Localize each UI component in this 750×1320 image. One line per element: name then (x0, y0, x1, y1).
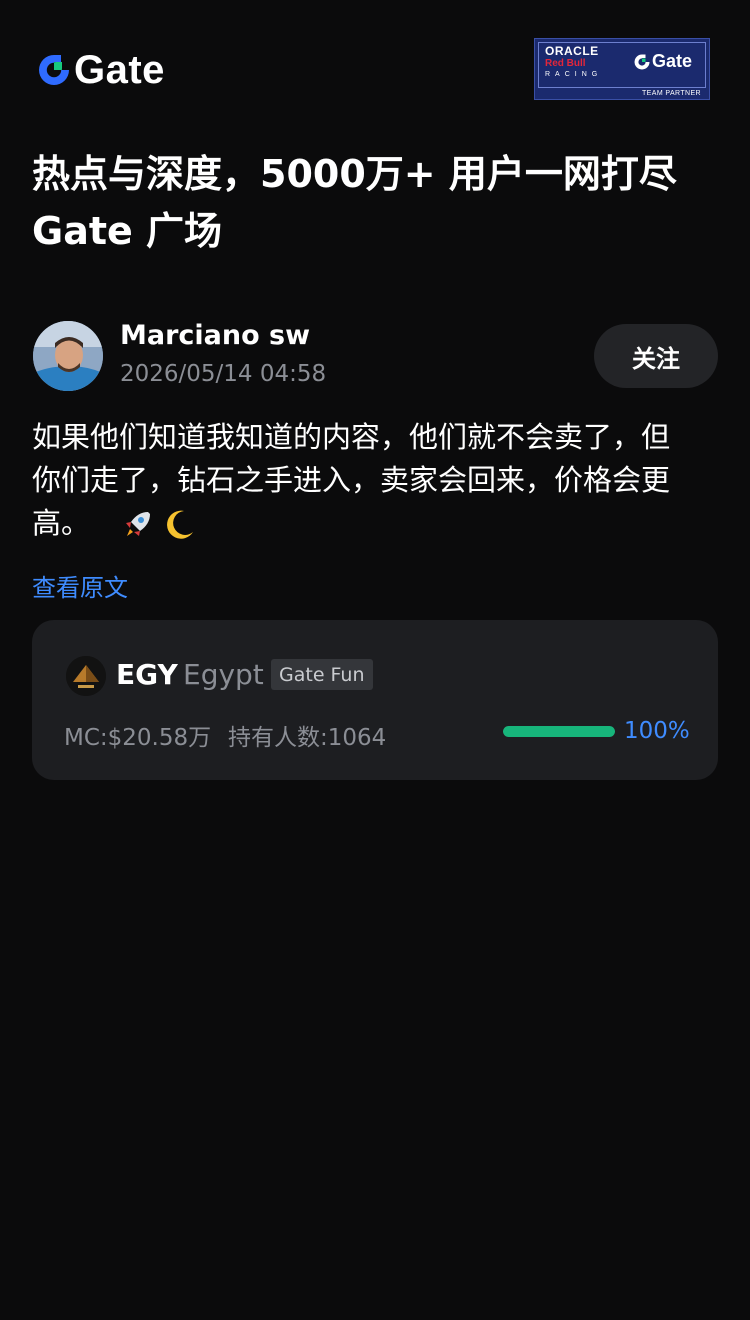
token-symbol: EGY (116, 658, 178, 691)
progress-bar (503, 726, 615, 737)
partner-gate-logo: Gate (633, 51, 692, 72)
token-name: Egypt (183, 658, 264, 691)
page-title-line-1: 热点与深度，5000万+ 用户一网打尽 (32, 152, 677, 196)
gate-logo-icon (39, 55, 69, 85)
author-name[interactable]: Marciano sw (120, 320, 310, 351)
rocket-icon (126, 512, 151, 536)
post-body-line: 你们走了，钻石之手进入，卖家会回来，价格会更 (32, 463, 671, 497)
gate-logo[interactable]: Gate (36, 50, 165, 90)
team-partner-banner[interactable]: ORACLE Red Bull RACING Gate TEAM PARTNER (534, 38, 710, 100)
post-body-line: 如果他们知道我知道的内容，他们就不会卖了，但 (32, 420, 671, 454)
pyramid-icon (66, 656, 106, 696)
progress-percent: 100% (624, 718, 690, 744)
avatar[interactable] (33, 321, 103, 391)
partner-oracle-text: ORACLE (545, 44, 599, 58)
page-title: 热点与深度，5000万+ 用户一网打尽 Gate 广场 (32, 146, 722, 260)
logo-text: Gate (74, 48, 165, 92)
token-tag: Gate Fun (271, 659, 373, 690)
token-icon (66, 656, 106, 696)
partner-gate-text: Gate (652, 51, 693, 71)
view-original-link[interactable]: 查看原文 (32, 568, 128, 603)
post-body: 如果他们知道我知道的内容，他们就不会卖了，但 你们走了，钻石之手进入，卖家会回来… (32, 416, 722, 545)
holder-count: 持有人数:1064 (228, 725, 387, 751)
token-card[interactable]: EGY Egypt Gate Fun MC:$20.58万 持有人数:1064 … (32, 620, 718, 780)
partner-team-text: TEAM PARTNER (642, 90, 701, 97)
market-cap: MC:$20.58万 (64, 725, 212, 751)
app-header: Gate ORACLE Red Bull RACING Gate TEAM PA… (0, 0, 750, 130)
crescent-moon-icon (167, 510, 194, 539)
page-title-line-2: Gate 广场 (32, 209, 223, 253)
avatar-photo (33, 321, 103, 391)
post-timestamp: 2026/05/14 04:58 (120, 361, 327, 387)
partner-redbull-text: Red Bull (545, 58, 586, 69)
follow-button[interactable]: 关注 (594, 324, 718, 388)
post-body-line: 高。 (32, 506, 91, 540)
gate-logo-icon (634, 54, 650, 69)
partner-racing-text: RACING (545, 71, 603, 78)
progress-fill (503, 726, 615, 737)
post-body-line-3: 高。 (32, 502, 722, 545)
